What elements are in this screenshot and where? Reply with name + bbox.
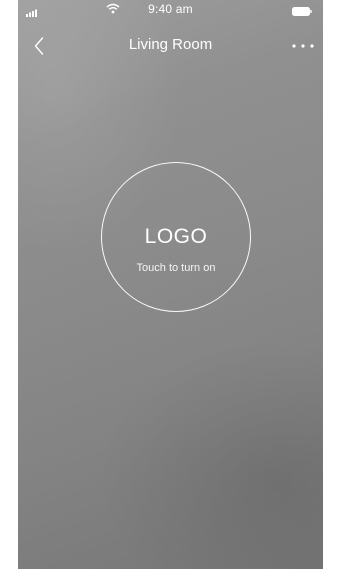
logo: LOGO: [144, 225, 208, 248]
battery-icon: [292, 5, 312, 16]
device-frame: 9:40 am Living Room LOGO Touch to turn o…: [0, 0, 339, 569]
more-options-button[interactable]: [288, 36, 318, 58]
status-bar: 9:40 am: [18, 0, 323, 18]
power-hint: Touch to turn on: [136, 262, 216, 274]
navigation-bar: Living Room: [18, 28, 323, 64]
more-horizontal-icon: [292, 44, 314, 48]
app-screen: 9:40 am Living Room LOGO Touch to turn o…: [18, 0, 323, 569]
status-time: 9:40 am: [148, 2, 193, 16]
page-title: Living Room: [128, 36, 213, 53]
power-toggle-button[interactable]: LOGO Touch to turn on: [101, 162, 251, 312]
